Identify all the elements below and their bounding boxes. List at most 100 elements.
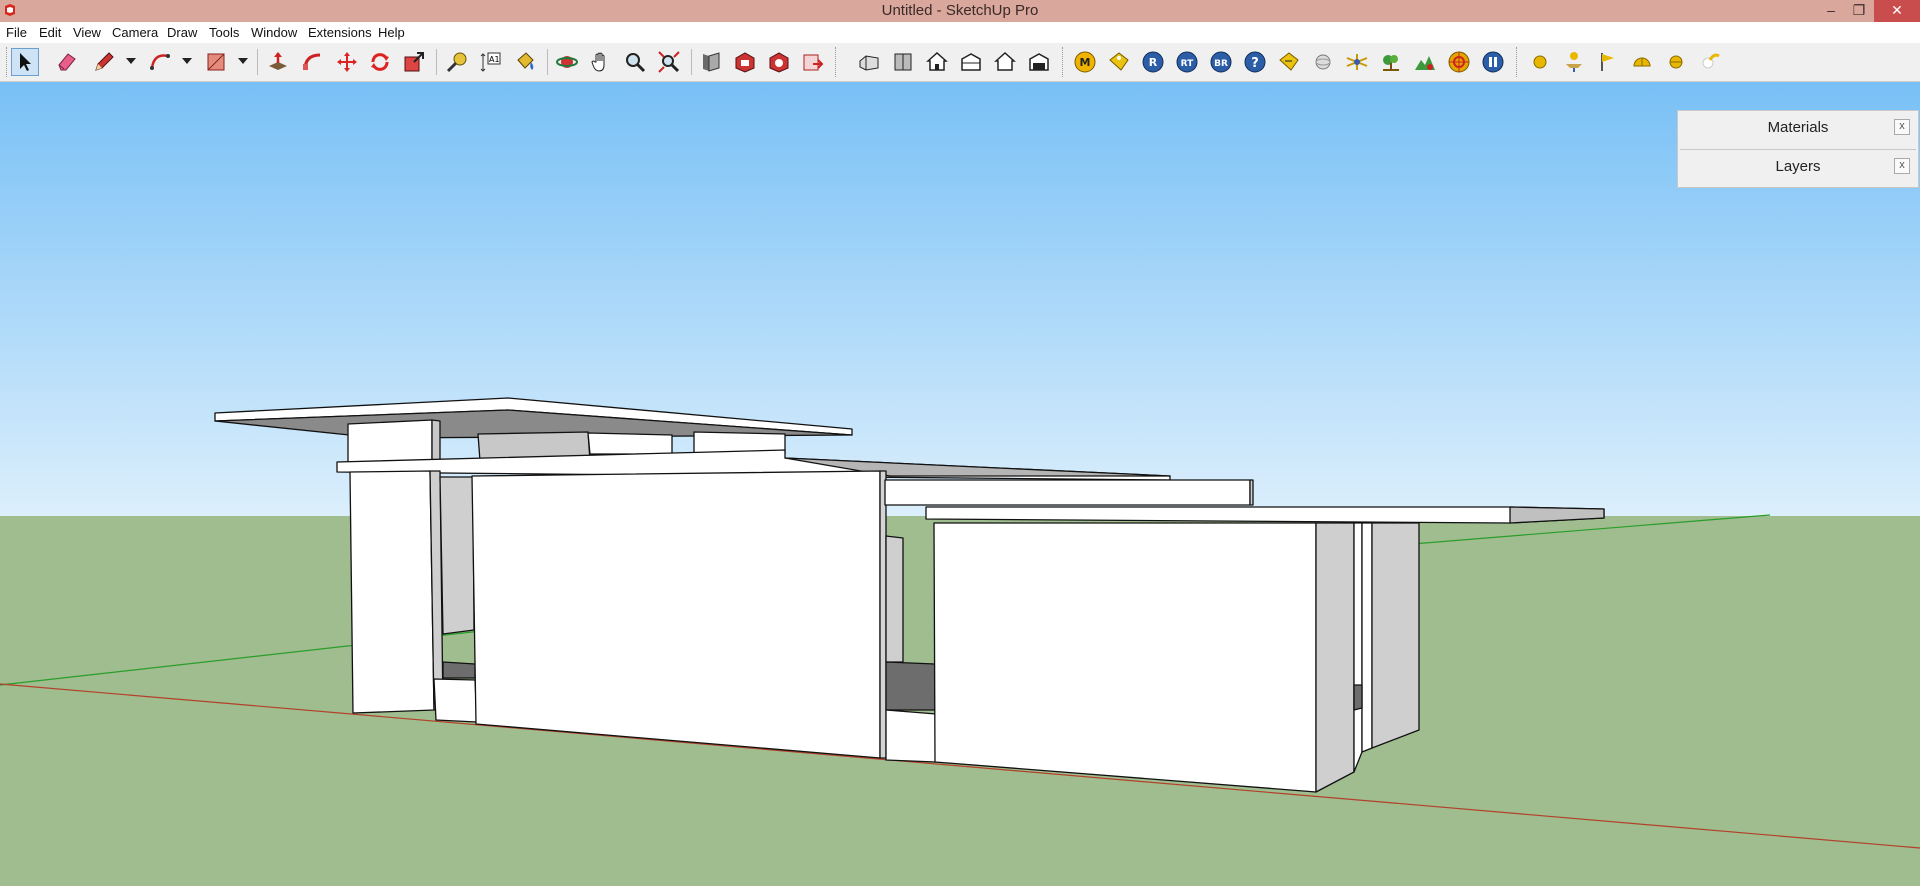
tree-icon bbox=[1383, 55, 1399, 71]
toolbar-grip[interactable] bbox=[6, 47, 10, 77]
menu-tools[interactable]: Tools bbox=[209, 25, 239, 40]
plugin-tree-tool[interactable] bbox=[1377, 48, 1405, 76]
right-post bbox=[1361, 522, 1373, 753]
plugin-label-tool[interactable] bbox=[1275, 48, 1303, 76]
menu-view[interactable]: View bbox=[73, 25, 101, 40]
zoom-tool[interactable] bbox=[621, 48, 649, 76]
terrain-icon bbox=[1415, 56, 1435, 70]
plugin-m-tool[interactable]: M bbox=[1071, 48, 1099, 76]
toolbar-grip[interactable] bbox=[835, 47, 839, 77]
toolbar-grip[interactable] bbox=[1516, 47, 1520, 77]
plugin-br-icon: BR bbox=[1210, 51, 1232, 73]
follow-me-tool[interactable] bbox=[298, 48, 326, 76]
plugin-tag-tool[interactable] bbox=[1105, 48, 1133, 76]
sun-tool[interactable] bbox=[1526, 48, 1554, 76]
rotate-tool[interactable] bbox=[366, 48, 394, 76]
top-view-tool[interactable] bbox=[889, 48, 917, 76]
arrow-cursor-icon bbox=[20, 53, 31, 71]
move-tool[interactable] bbox=[333, 48, 361, 76]
plugin-br-tool[interactable]: BR bbox=[1207, 48, 1235, 76]
plugin-target-tool[interactable] bbox=[1445, 48, 1473, 76]
scale-icon bbox=[404, 52, 424, 72]
close-icon[interactable]: x bbox=[1894, 119, 1910, 135]
main-wall-edge bbox=[879, 470, 887, 759]
menu-edit[interactable]: Edit bbox=[39, 25, 61, 40]
middle-recess bbox=[885, 535, 904, 663]
plugin-m-icon: M bbox=[1074, 51, 1096, 73]
glow-tool[interactable] bbox=[1696, 48, 1724, 76]
previous-view-tool[interactable] bbox=[697, 48, 725, 76]
paint-bucket-tool[interactable] bbox=[511, 48, 539, 76]
warehouse-icon bbox=[735, 52, 755, 73]
close-icon[interactable]: x bbox=[1894, 158, 1910, 174]
sphere-icon bbox=[1315, 54, 1331, 70]
pencil-icon bbox=[95, 52, 114, 71]
menu-extensions[interactable]: Extensions bbox=[308, 25, 372, 40]
send-to-layout-tool[interactable] bbox=[799, 48, 827, 76]
plugin-help-tool[interactable]: ? bbox=[1241, 48, 1269, 76]
target-icon bbox=[1448, 51, 1470, 73]
plugin-r-tool[interactable]: R bbox=[1139, 48, 1167, 76]
select-tool[interactable] bbox=[11, 48, 39, 76]
title-bar: Untitled - SketchUp Pro – ❐ ✕ bbox=[0, 0, 1920, 22]
push-pull-tool[interactable] bbox=[264, 48, 292, 76]
pan-tool[interactable] bbox=[587, 48, 615, 76]
rectangle-tool[interactable] bbox=[202, 48, 230, 76]
extension-warehouse-tool[interactable] bbox=[765, 48, 793, 76]
menu-file[interactable]: File bbox=[6, 25, 27, 40]
arc-tool[interactable] bbox=[146, 48, 174, 76]
arc-dropdown-icon[interactable] bbox=[182, 58, 192, 64]
menu-bar: File Edit View Camera Draw Tools Window … bbox=[0, 22, 1920, 43]
line-tool[interactable] bbox=[90, 48, 118, 76]
menu-camera[interactable]: Camera bbox=[112, 25, 158, 40]
light-sphere-icon bbox=[1669, 55, 1683, 69]
menu-window[interactable]: Window bbox=[251, 25, 297, 40]
iso-view-tool[interactable] bbox=[855, 48, 883, 76]
tape-measure-tool[interactable] bbox=[443, 48, 471, 76]
materials-panel-header[interactable]: Materials x bbox=[1678, 111, 1918, 143]
materials-label: Materials bbox=[1767, 119, 1829, 136]
toolbar-grip[interactable] bbox=[1062, 47, 1066, 77]
layers-panel-header[interactable]: Layers x bbox=[1678, 150, 1918, 182]
sphere-light-tool[interactable] bbox=[1662, 48, 1690, 76]
plugin-sphere-tool[interactable] bbox=[1309, 48, 1337, 76]
3d-warehouse-tool[interactable] bbox=[731, 48, 759, 76]
svg-text:BR: BR bbox=[1214, 59, 1228, 69]
rectangle-dropdown-icon[interactable] bbox=[238, 58, 248, 64]
close-button[interactable]: ✕ bbox=[1874, 0, 1920, 22]
svg-text:A1: A1 bbox=[489, 55, 500, 64]
hand-icon bbox=[591, 52, 605, 72]
plugin-terrain-tool[interactable] bbox=[1411, 48, 1439, 76]
plugin-network-tool[interactable] bbox=[1343, 48, 1371, 76]
restore-button[interactable]: ❐ bbox=[1845, 0, 1873, 22]
right-view-tool[interactable] bbox=[957, 48, 985, 76]
eraser-tool[interactable] bbox=[53, 48, 81, 76]
orbit-tool[interactable] bbox=[553, 48, 581, 76]
move-arrows-icon bbox=[337, 52, 357, 72]
right-wall-side bbox=[1315, 522, 1355, 793]
line-dropdown-icon[interactable] bbox=[126, 58, 136, 64]
menu-help[interactable]: Help bbox=[378, 25, 405, 40]
modeling-viewport[interactable] bbox=[0, 82, 1920, 886]
plugin-rt-icon: RT bbox=[1176, 51, 1198, 73]
back-view-tool[interactable] bbox=[991, 48, 1019, 76]
shadow-icon bbox=[1566, 52, 1582, 72]
fog-tool[interactable] bbox=[1594, 48, 1622, 76]
dome-tool[interactable] bbox=[1628, 48, 1656, 76]
plugin-r-icon: R bbox=[1142, 51, 1164, 73]
front-view-tool[interactable] bbox=[923, 48, 951, 76]
menu-draw[interactable]: Draw bbox=[167, 25, 197, 40]
clerestory-side bbox=[431, 419, 441, 462]
dimension-tool[interactable]: A1 bbox=[477, 48, 505, 76]
clerestory-block bbox=[587, 432, 673, 455]
minimize-button[interactable]: – bbox=[1817, 0, 1845, 22]
pause-icon bbox=[1482, 51, 1504, 73]
svg-text:M: M bbox=[1080, 56, 1091, 69]
left-view-tool[interactable] bbox=[1025, 48, 1053, 76]
plugin-pause-tool[interactable] bbox=[1479, 48, 1507, 76]
shadow-tool[interactable] bbox=[1560, 48, 1588, 76]
plugin-rt-tool[interactable]: RT bbox=[1173, 48, 1201, 76]
zoom-extents-tool[interactable] bbox=[655, 48, 683, 76]
scale-tool[interactable] bbox=[400, 48, 428, 76]
flag-icon bbox=[1601, 53, 1614, 71]
